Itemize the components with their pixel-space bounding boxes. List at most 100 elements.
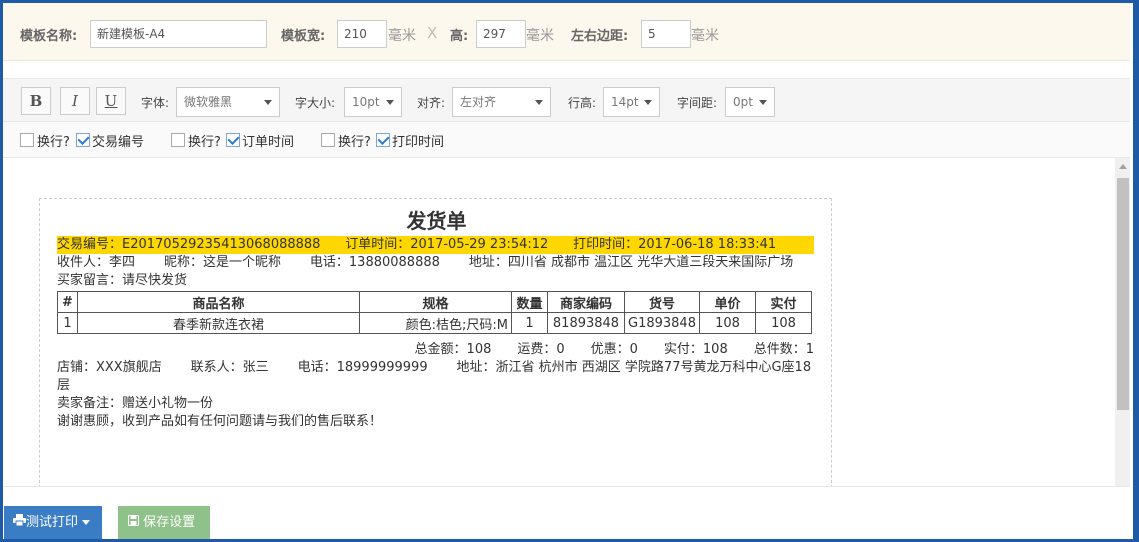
wrap-label: 换行? [37, 135, 70, 150]
chevron-down-icon [82, 520, 91, 525]
height-unit: 毫米 [526, 28, 554, 44]
line-height-value: 14pt [611, 95, 639, 109]
letter-spacing-label: 字间距: [677, 96, 718, 110]
letter-spacing-select[interactable]: 0pt [725, 87, 775, 117]
table-header: 货号 [624, 291, 700, 313]
save-settings-button[interactable]: 保存设置 [118, 506, 210, 539]
buyer-message: 买家留言：请尽快发货 [57, 273, 188, 288]
shop-contact: 联系人：张三 [190, 360, 269, 375]
save-label: 保存设置 [143, 515, 196, 530]
template-width-label: 模板宽: [281, 29, 326, 44]
field-label-order-time: 订单时间 [242, 135, 295, 150]
table-row: 1 春季新款连衣裙 颜色:桔色;尺码:M 1 81893848 G1893848… [57, 312, 813, 334]
table-header: 数量 [511, 291, 548, 313]
table-header: 商品名称 [77, 291, 360, 313]
totals-line: 总金额：108 运费：0 优惠：0 实付：108 总件数：1 [414, 342, 814, 357]
underline-button[interactable]: U [96, 87, 126, 115]
template-margin-label: 左右边距: [571, 29, 629, 44]
table-cell: 春季新款连衣裙 [77, 312, 360, 334]
print-time: 打印时间：2017-06-18 18:33:41 [573, 237, 777, 252]
highlighted-field-line[interactable]: 交易编号：E20170529235413068088888 订单时间：2017-… [57, 236, 814, 254]
receiver-phone: 电话：13880088888 [309, 255, 440, 270]
table-header: 规格 [359, 291, 512, 313]
wrap-checkbox-order-time[interactable] [171, 133, 185, 147]
font-size-value: 10pt [352, 95, 380, 109]
shop-address: 地址：浙江省 杭州市 西湖区 学院路77号黄龙万科中心G座18 [456, 360, 812, 375]
shop-line: 店铺：XXX旗舰店 联系人：张三 电话：18999999999 地址：浙江省 杭… [57, 359, 811, 377]
field-checkbox-order-time[interactable] [226, 133, 240, 147]
align-value: 左对齐 [460, 95, 497, 109]
template-name-label: 模板名称: [20, 29, 78, 44]
test-print-label: 测试打印 [26, 515, 79, 530]
field-checkbox-trade-no[interactable] [76, 133, 90, 147]
template-name-input[interactable]: 新建模板-A4 [90, 20, 267, 48]
italic-button[interactable]: I [60, 87, 90, 115]
document-title: 发货单 [406, 209, 467, 233]
font-size-label: 字大小: [295, 96, 336, 110]
wrap-label: 换行? [188, 135, 221, 150]
line-height-label: 行高: [568, 96, 597, 110]
shop-name: 店铺：XXX旗舰店 [57, 360, 162, 375]
table-cell: 108 [698, 312, 756, 334]
font-select-value: 微软雅黑 [184, 95, 233, 109]
table-header: 单价 [698, 291, 756, 313]
format-toolbar: B I U 字体: 微软雅黑 字大小: 10pt 对齐: 左对齐 行高: 14p… [3, 78, 1130, 122]
table-header: 实付 [754, 291, 813, 313]
align-label: 对齐: [417, 96, 446, 110]
table-header: 商家编码 [547, 291, 625, 313]
template-width-input[interactable]: 210 [337, 20, 387, 48]
table-cell: G1893848 [624, 312, 700, 334]
table-header: # [57, 291, 78, 313]
template-settings-bar: 模板名称: 新建模板-A4 模板宽: 210 毫米 X 高: 297 毫米 左右… [3, 3, 1130, 61]
receiver-line: 收件人：李四 昵称：这是一个昵称 电话：13880088888 地址：四川省 成… [57, 254, 793, 272]
table-header-row: # 商品名称 规格 数量 商家编码 货号 单价 实付 [57, 291, 813, 313]
table-cell: 1 [57, 312, 78, 334]
font-size-select[interactable]: 10pt [344, 87, 402, 117]
table-cell: 81893848 [547, 312, 625, 334]
order-time: 订单时间：2017-05-29 23:54:12 [345, 237, 549, 252]
field-label-print-time: 打印时间 [392, 135, 445, 150]
font-label: 字体: [141, 96, 170, 110]
font-select[interactable]: 微软雅黑 [176, 87, 280, 117]
trade-no: 交易编号：E20170529235413068088888 [57, 237, 321, 252]
thanks-note: 谢谢惠顾，收到产品如有任何问题请与我们的售后联系！ [57, 414, 383, 429]
save-icon [128, 506, 139, 539]
preview-paper: 发货单 交易编号：E20170529235413068088888 订单时间：2… [39, 198, 832, 486]
receiver-address: 地址：四川省 成都市 温江区 光华大道三段天来国际广场 [468, 255, 794, 270]
align-select[interactable]: 左对齐 [452, 87, 551, 117]
table-cell: 颜色:桔色;尺码:M [359, 312, 512, 334]
chevron-down-icon [759, 100, 767, 105]
wrap-checkbox-trade-no[interactable] [20, 133, 34, 147]
line-height-select[interactable]: 14pt [603, 87, 660, 117]
times-sign: X [427, 24, 438, 42]
width-unit: 毫米 [388, 28, 416, 44]
bold-button[interactable]: B [21, 87, 51, 115]
letter-spacing-value: 0pt [733, 95, 753, 109]
nickname: 昵称：这是一个昵称 [163, 255, 281, 270]
print-preview-area: 发货单 交易编号：E20170529235413068088888 订单时间：2… [3, 158, 1115, 486]
margin-unit: 毫米 [691, 28, 719, 44]
chevron-down-icon [386, 100, 394, 105]
wrap-checkbox-print-time[interactable] [321, 133, 335, 147]
items-table: # 商品名称 规格 数量 商家编码 货号 单价 实付 1 春季新款连衣裙 颜色:… [57, 291, 813, 334]
field-options-row: 换行? 交易编号 换行? 订单时间 换行? 打印时间 [3, 122, 1130, 158]
field-label-trade-no: 交易编号 [92, 135, 145, 150]
wrap-label: 换行? [338, 135, 371, 150]
table-cell: 1 [511, 312, 548, 334]
printer-icon [13, 506, 26, 539]
chevron-down-icon [264, 100, 272, 105]
test-print-button[interactable]: 测试打印 [4, 506, 102, 539]
chevron-down-icon [644, 100, 652, 105]
scroll-up-icon[interactable] [1119, 164, 1127, 169]
template-margin-input[interactable]: 5 [641, 20, 691, 48]
shop-address-wrap: 层 [57, 378, 71, 393]
template-height-input[interactable]: 297 [476, 20, 526, 48]
receiver: 收件人：李四 [57, 255, 136, 270]
chevron-down-icon [535, 100, 543, 105]
template-height-label: 高: [450, 29, 469, 44]
table-cell: 108 [754, 312, 813, 334]
shop-phone: 电话：18999999999 [297, 360, 428, 375]
scrollbar-thumb[interactable] [1117, 178, 1129, 410]
seller-note: 卖家备注：赠送小礼物一份 [57, 396, 214, 411]
field-checkbox-print-time[interactable] [376, 133, 390, 147]
